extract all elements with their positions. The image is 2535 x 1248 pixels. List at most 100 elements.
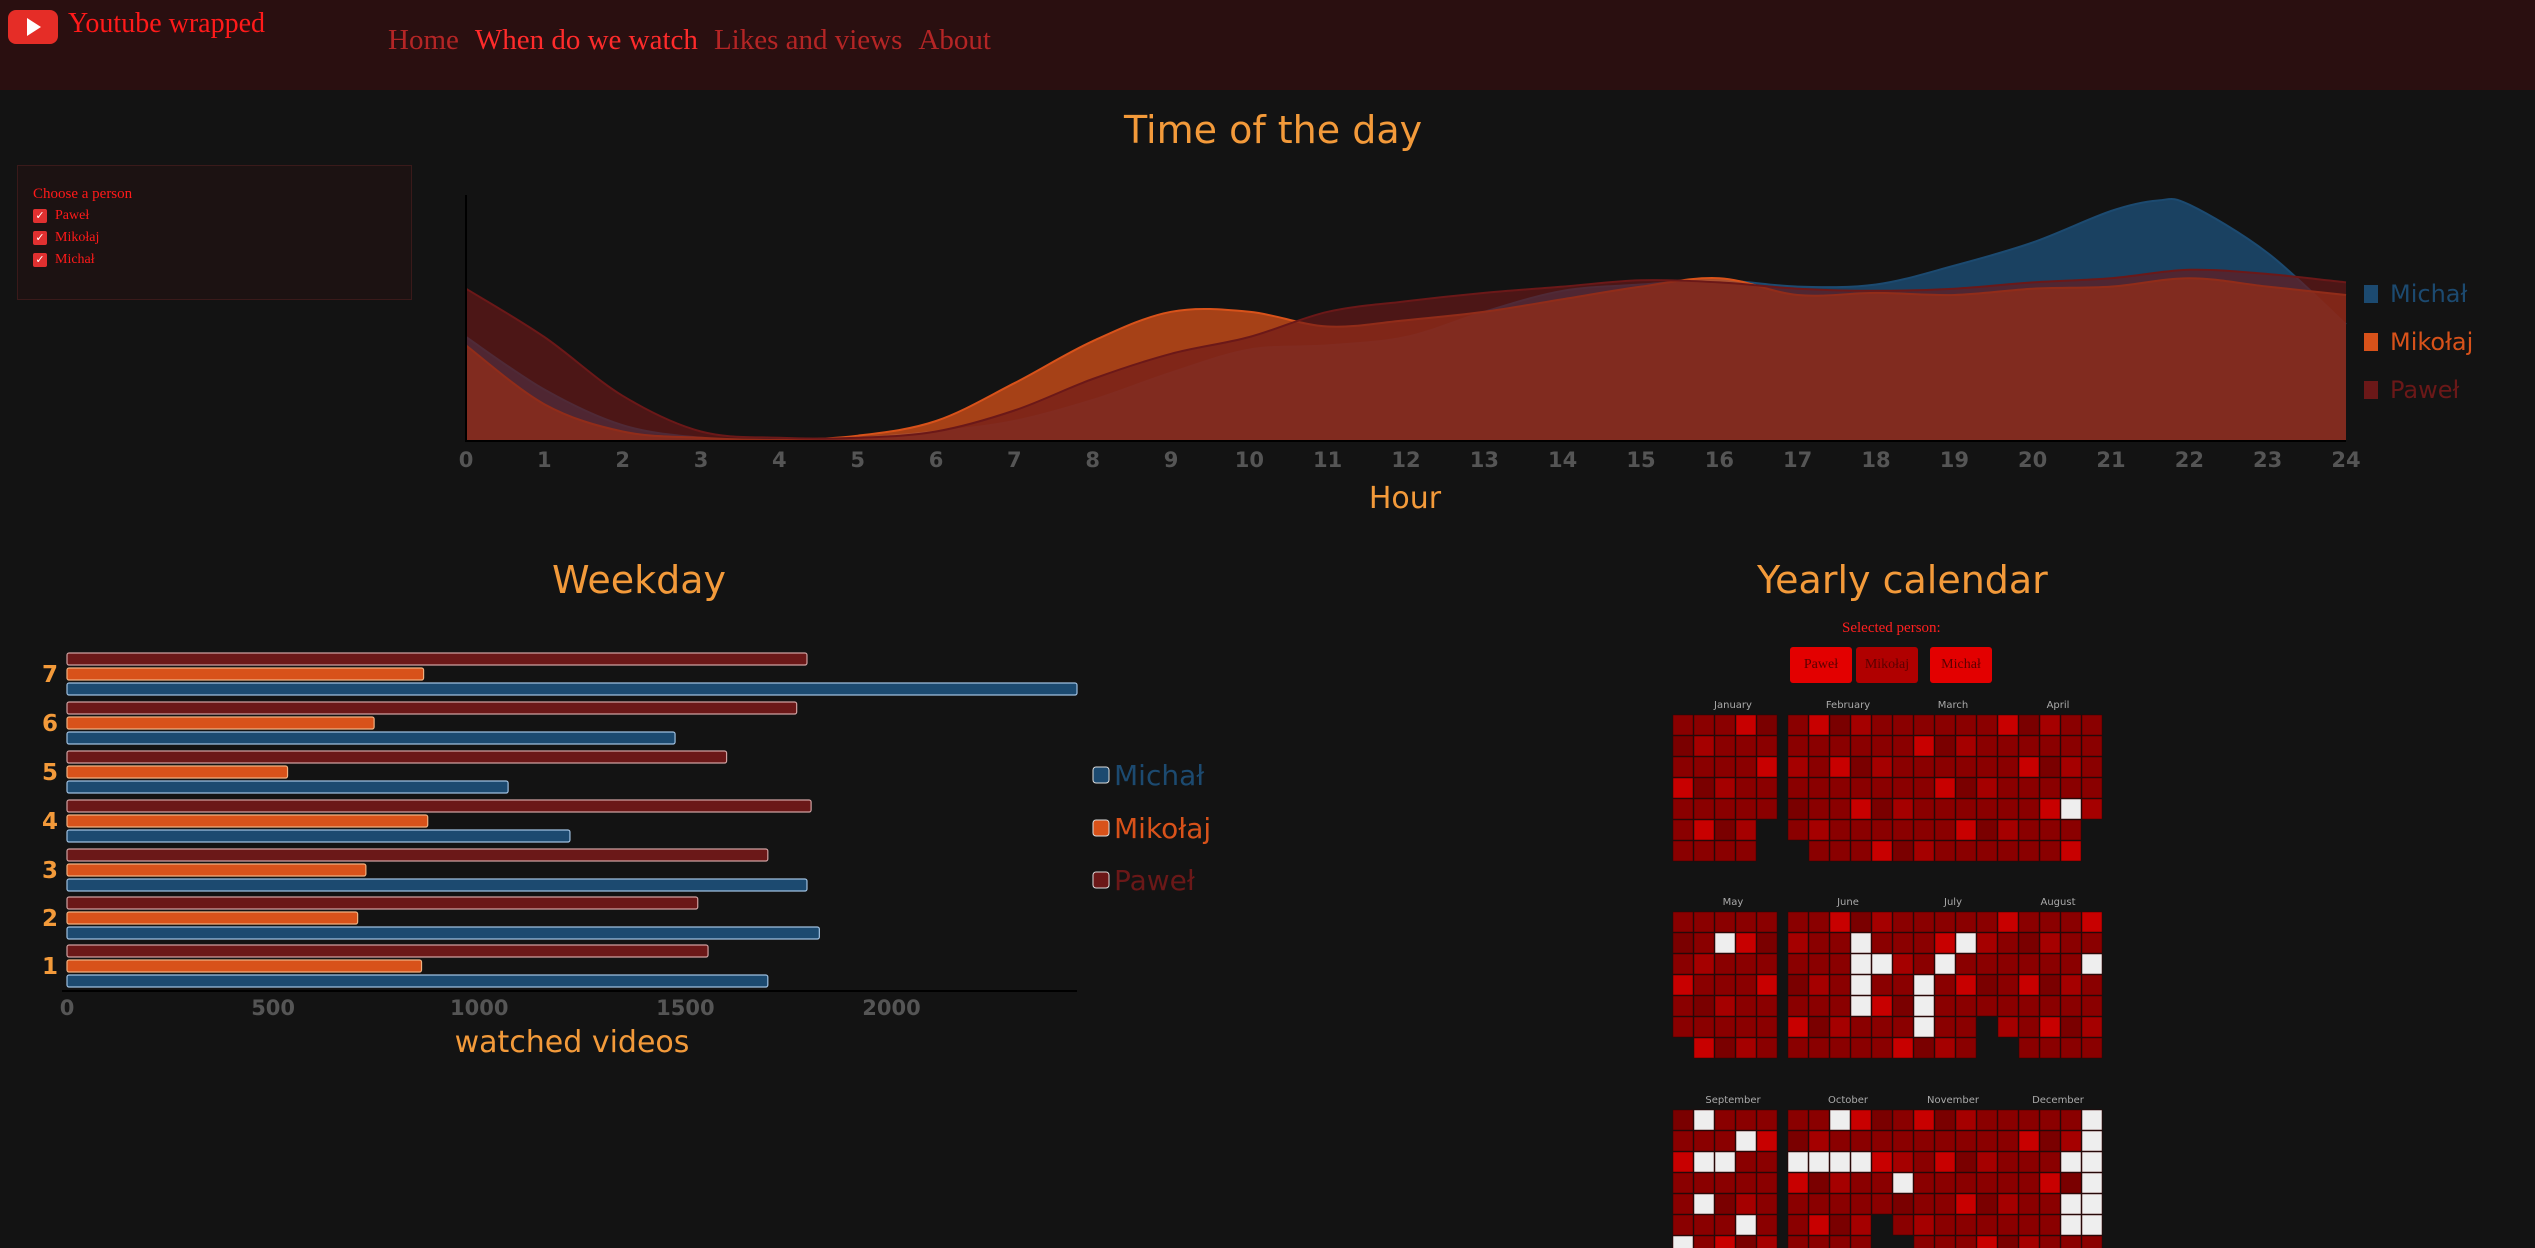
calendar-day-cell <box>1850 840 1872 862</box>
calendar-day-cell <box>1913 819 1935 841</box>
calendar-day-cell <box>1955 1235 1977 1248</box>
calendar-day-cell <box>2018 1037 2040 1059</box>
calendar-day-cell <box>1997 798 2019 820</box>
calendar-day-cell <box>1913 974 1935 996</box>
calendar-day-cell <box>2018 932 2040 954</box>
x-tick-label: 0 <box>60 996 75 1020</box>
calendar-day-cell <box>1787 1235 1809 1248</box>
calendar-day-cell <box>1672 798 1694 820</box>
calendar-day-cell <box>1693 1235 1715 1248</box>
calendar-day-cell <box>1735 911 1757 933</box>
calendar-day-cell <box>1850 1037 1872 1059</box>
calendar-day-cell <box>1693 1130 1715 1152</box>
calendar-day-cell <box>1714 1214 1736 1236</box>
calendar-day-cell <box>1934 1130 1956 1152</box>
x-tick-label: 16 <box>1705 448 1734 472</box>
x-axis-line <box>466 440 2346 442</box>
calendar-day-cell <box>1756 974 1778 996</box>
calendar-day-cell <box>1787 777 1809 799</box>
calendar-day-cell <box>1829 953 1851 975</box>
calendar-day-cell <box>1955 911 1977 933</box>
bar-paweł-3 <box>66 848 769 862</box>
y-tick-label: 5 <box>42 760 58 786</box>
calendar-day-cell <box>1913 1130 1935 1152</box>
calendar-day-cell <box>1934 1235 1956 1248</box>
calendar-day-cell <box>1976 735 1998 757</box>
calendar-day-cell <box>1829 911 1851 933</box>
calendar-title: Yearly calendar <box>1757 558 2048 602</box>
calendar-day-cell <box>2081 1109 2103 1131</box>
calendar-day-cell <box>2060 840 2082 862</box>
calendar-day-cell <box>1714 798 1736 820</box>
calendar-day-cell <box>1850 1235 1872 1248</box>
calendar-day-cell <box>1672 1193 1694 1215</box>
x-tick-label: 6 <box>929 448 944 472</box>
calendar-day-cell <box>2081 1037 2103 1059</box>
calendar-day-cell <box>1850 777 1872 799</box>
month-label: August <box>2041 897 2076 908</box>
area-series-2 <box>466 269 2346 442</box>
calendar-day-cell <box>1976 953 1998 975</box>
calendar-day-cell <box>1871 1130 1893 1152</box>
calendar-day-cell <box>1787 995 1809 1017</box>
calendar-day-cell <box>1714 735 1736 757</box>
calendar-day-cell <box>1808 974 1830 996</box>
calendar-day-cell <box>1913 1016 1935 1038</box>
select-mikolaj-button[interactable]: Mikołaj <box>1856 647 1918 683</box>
x-tick-label: 15 <box>1626 448 1655 472</box>
calendar-day-cell <box>1735 1037 1757 1059</box>
calendar-day-cell <box>1756 995 1778 1017</box>
calendar-day-cell <box>1871 1172 1893 1194</box>
x-tick-label: 11 <box>1313 448 1342 472</box>
calendar-day-cell <box>1892 932 1914 954</box>
calendar-day-cell <box>2039 1172 2061 1194</box>
calendar-day-cell <box>1955 1016 1977 1038</box>
month-label: January <box>1713 700 1752 711</box>
calendar-day-cell <box>1913 840 1935 862</box>
calendar-day-cell <box>1871 798 1893 820</box>
x-tick-label: 1000 <box>450 996 508 1020</box>
calendar-day-cell <box>1714 1037 1736 1059</box>
calendar-day-cell <box>1850 995 1872 1017</box>
calendar-day-cell <box>1913 735 1935 757</box>
calendar-day-cell <box>1976 1151 1998 1173</box>
legend-swatch <box>2364 285 2378 303</box>
calendar-day-cell <box>1829 1016 1851 1038</box>
calendar-day-cell <box>1871 911 1893 933</box>
calendar-day-cell <box>1787 953 1809 975</box>
calendar-day-cell <box>1693 798 1715 820</box>
calendar-day-cell <box>2060 798 2082 820</box>
bar-paweł-5 <box>66 750 728 764</box>
select-pawel-button[interactable]: Paweł <box>1790 647 1852 683</box>
calendar-day-cell <box>1693 756 1715 778</box>
select-michal-button[interactable]: Michał <box>1930 647 1992 683</box>
calendar-day-cell <box>1693 1214 1715 1236</box>
calendar-day-cell <box>1735 995 1757 1017</box>
calendar-day-cell <box>1934 1109 1956 1131</box>
calendar-day-cell <box>2060 953 2082 975</box>
calendar-day-cell <box>1955 1151 1977 1173</box>
calendar-day-cell <box>1693 1016 1715 1038</box>
month-label: March <box>1938 700 1968 711</box>
calendar-day-cell <box>1871 714 1893 736</box>
calendar-day-cell <box>1808 840 1830 862</box>
calendar-day-cell <box>1672 756 1694 778</box>
calendar-day-cell <box>1850 1109 1872 1131</box>
calendar-day-cell <box>1735 735 1757 757</box>
calendar-day-cell <box>1672 1214 1694 1236</box>
month-label: May <box>1723 897 1744 908</box>
calendar-day-cell <box>1735 714 1757 736</box>
month-label: June <box>1836 897 1859 908</box>
calendar-day-cell <box>1672 932 1694 954</box>
x-tick-label: 19 <box>1940 448 1969 472</box>
calendar-day-cell <box>1735 777 1757 799</box>
bar-mikołaj-6 <box>66 716 375 730</box>
calendar-day-cell <box>1955 1130 1977 1152</box>
calendar-day-cell <box>1892 798 1914 820</box>
calendar-day-cell <box>1955 1172 1977 1194</box>
calendar-day-cell <box>2081 1151 2103 1173</box>
calendar-day-cell <box>1756 953 1778 975</box>
calendar-day-cell <box>1672 819 1694 841</box>
calendar-day-cell <box>1850 714 1872 736</box>
calendar-day-cell <box>2081 756 2103 778</box>
